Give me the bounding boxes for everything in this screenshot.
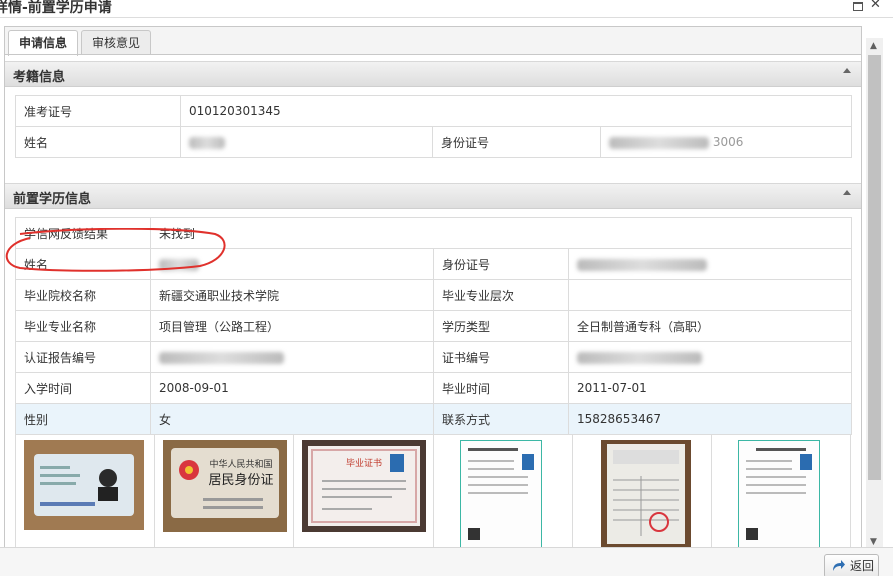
grad-date-label: 毕业时间 xyxy=(433,372,569,404)
photo-cell xyxy=(573,434,712,548)
edu-section-header[interactable]: 前置学历信息 xyxy=(5,183,861,209)
edu-id-value xyxy=(568,248,852,280)
collapse-icon[interactable] xyxy=(843,68,851,73)
card-title: 中华人民共和国 xyxy=(210,458,273,470)
table-row: 准考证号 010120301345 xyxy=(15,95,853,127)
tab-application-info[interactable]: 申请信息 xyxy=(8,30,79,56)
report-no-label: 认证报告编号 xyxy=(15,341,151,373)
edu-id-label: 身份证号 xyxy=(433,248,569,280)
name-label: 姓名 xyxy=(15,126,181,158)
edu-type-label: 学历类型 xyxy=(433,310,569,342)
cert-no-value xyxy=(568,341,852,373)
redacted-id xyxy=(609,136,709,149)
photo-cell: 中华人民共和国 居民身份证 xyxy=(155,434,295,547)
red-annotation-circle xyxy=(5,228,226,272)
return-arrow-icon xyxy=(833,560,845,571)
xuexin-result-value: 未找到 xyxy=(150,217,852,249)
dialog-body: 申请信息 审核意见 考籍信息 准考证号 010120301345 姓名 身份证号… xyxy=(0,17,893,576)
edu-section-title: 前置学历信息 xyxy=(13,192,92,207)
report-doc-icon[interactable] xyxy=(459,440,542,548)
register-form-icon[interactable] xyxy=(600,440,691,548)
scroll-up-icon[interactable]: ▲ xyxy=(870,41,877,51)
exam-no-value: 010120301345 xyxy=(179,95,853,127)
scrollbar-thumb[interactable] xyxy=(868,55,881,480)
id-tail: 3006 xyxy=(712,135,744,149)
attachment-photos: 中华人民共和国 居民身份证 毕业证书 xyxy=(15,434,851,548)
level-label: 毕业专业层次 xyxy=(433,279,569,311)
exam-section-title: 考籍信息 xyxy=(13,70,66,85)
window-titlebar: 详情-前置学历申请 ✕ xyxy=(0,0,893,17)
exam-info-table: 准考证号 010120301345 姓名 身份证号 3006 xyxy=(15,95,853,158)
diploma-icon[interactable]: 毕业证书 xyxy=(302,440,427,532)
table-row: 入学时间 2008-09-01 毕业时间 2011-07-01 xyxy=(15,372,852,404)
table-row: 认证报告编号 证书编号 xyxy=(15,341,852,373)
redacted-name xyxy=(189,136,225,149)
enroll-date-label: 入学时间 xyxy=(15,372,151,404)
enroll-date-value: 2008-09-01 xyxy=(150,372,434,404)
close-icon[interactable]: ✕ xyxy=(870,0,881,11)
table-row: 毕业院校名称 新疆交通职业技术学院 毕业专业层次 xyxy=(15,279,852,311)
photo-cell: 毕业证书 xyxy=(294,434,434,547)
photo-cell xyxy=(434,434,573,548)
maximize-icon[interactable] xyxy=(853,2,863,11)
content-scroll-area: 考籍信息 准考证号 010120301345 姓名 身份证号 3006 前置学历… xyxy=(4,54,862,548)
grad-date-value: 2011-07-01 xyxy=(568,372,852,404)
major-value: 项目管理（公路工程） xyxy=(150,310,434,342)
level-value xyxy=(568,279,852,311)
exam-no-label: 准考证号 xyxy=(15,95,181,127)
id-value: 3006 xyxy=(599,126,853,158)
table-row: 姓名 身份证号 3006 xyxy=(15,126,853,158)
gender-value: 女 xyxy=(150,403,434,435)
photo-cell xyxy=(712,434,850,548)
id-card-front-icon[interactable] xyxy=(24,440,144,530)
card-subtitle: 居民身份证 xyxy=(209,472,274,488)
major-label: 毕业专业名称 xyxy=(15,310,151,342)
school-label: 毕业院校名称 xyxy=(15,279,151,311)
cert-no-label: 证书编号 xyxy=(433,341,569,373)
gender-label: 性别 xyxy=(15,403,151,435)
table-row: 性别 女 联系方式 15828653467 xyxy=(15,403,852,435)
name-value xyxy=(180,126,433,158)
contact-label: 联系方式 xyxy=(433,403,569,435)
scroll-down-icon[interactable]: ▼ xyxy=(870,537,877,547)
redacted-cert-no xyxy=(577,351,702,364)
report-doc-icon[interactable] xyxy=(737,440,820,548)
back-button[interactable]: 返回 xyxy=(824,554,879,576)
photo-cell xyxy=(16,434,156,547)
exam-section-header[interactable]: 考籍信息 xyxy=(5,61,861,87)
tab-bar: 申请信息 审核意见 xyxy=(4,26,862,56)
redacted-id xyxy=(577,258,707,271)
collapse-icon[interactable] xyxy=(843,190,851,195)
footer-bar: 返回 xyxy=(0,547,893,576)
id-card-back-icon[interactable]: 中华人民共和国 居民身份证 xyxy=(163,440,288,532)
window-title: 详情-前置学历申请 xyxy=(0,0,112,16)
edu-type-value: 全日制普通专科（高职） xyxy=(568,310,852,342)
id-label: 身份证号 xyxy=(432,126,601,158)
school-value: 新疆交通职业技术学院 xyxy=(150,279,434,311)
back-button-label: 返回 xyxy=(850,559,875,573)
report-no-value xyxy=(150,341,434,373)
redacted-report-no xyxy=(159,351,284,364)
diploma-caption: 毕业证书 xyxy=(346,457,382,469)
table-row: 毕业专业名称 项目管理（公路工程） 学历类型 全日制普通专科（高职） xyxy=(15,310,852,342)
tab-review-comments[interactable]: 审核意见 xyxy=(81,30,152,55)
contact-value: 15828653467 xyxy=(568,403,852,435)
vertical-scrollbar[interactable]: ▲ ▼ xyxy=(866,38,883,548)
